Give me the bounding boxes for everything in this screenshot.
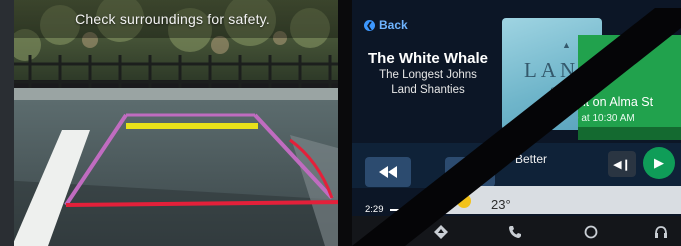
back-label: Back — [379, 18, 408, 32]
phone-icon[interactable] — [505, 222, 525, 242]
elapsed-time: 2:29 — [365, 204, 384, 215]
progress-fill — [390, 209, 426, 211]
home-icon[interactable] — [581, 222, 601, 242]
back-button[interactable]: ❮ Back — [364, 18, 408, 32]
rewind-button[interactable] — [365, 157, 411, 187]
backup-camera-view: Check surroundings for safety. — [0, 0, 345, 246]
track-album: Land Shanties — [391, 84, 465, 96]
headphones-icon[interactable] — [651, 222, 671, 242]
navigation-card[interactable]: ight on Alma St ve at 10:30 AM — [578, 35, 681, 140]
nav-arrival-time: ve at 10:30 AM — [578, 113, 635, 124]
nav-card-footer — [578, 127, 681, 140]
play-icon: ▶ — [654, 155, 664, 170]
nav-instruction: ight on Alma St — [578, 95, 654, 109]
album-art-subtitle: Shanties — [550, 86, 581, 96]
navigation-icon[interactable] — [431, 222, 451, 242]
weather-card[interactable]: 23° — [441, 186, 681, 214]
play-button[interactable]: ▶ — [643, 147, 675, 179]
back-icon: ❮ — [364, 19, 375, 31]
sun-icon — [457, 194, 471, 208]
bottom-nav-bar — [345, 216, 681, 246]
track-artist: The Longest Johns — [379, 69, 477, 81]
screen: Check surroundings for safety. ❮ Back Th… — [0, 0, 681, 246]
now-playing-info: The White Whale The Longest Johns Land S… — [359, 50, 497, 98]
android-auto-screen: ❮ Back The White Whale The Longest Johns… — [345, 0, 681, 246]
album-mark-icon: ▲ — [562, 40, 571, 50]
next-song-title: Me Better — [495, 152, 548, 166]
temperature: 23° — [491, 197, 511, 212]
track-title: The White Whale — [368, 50, 488, 67]
safety-message: Check surroundings for safety. — [75, 11, 270, 27]
camera-feed — [0, 0, 345, 246]
rewind-icon — [379, 166, 397, 178]
previous-icon: ◀❙ — [613, 158, 631, 171]
previous-button[interactable]: ◀❙ — [608, 151, 636, 177]
media-secondary-button[interactable] — [445, 157, 495, 187]
